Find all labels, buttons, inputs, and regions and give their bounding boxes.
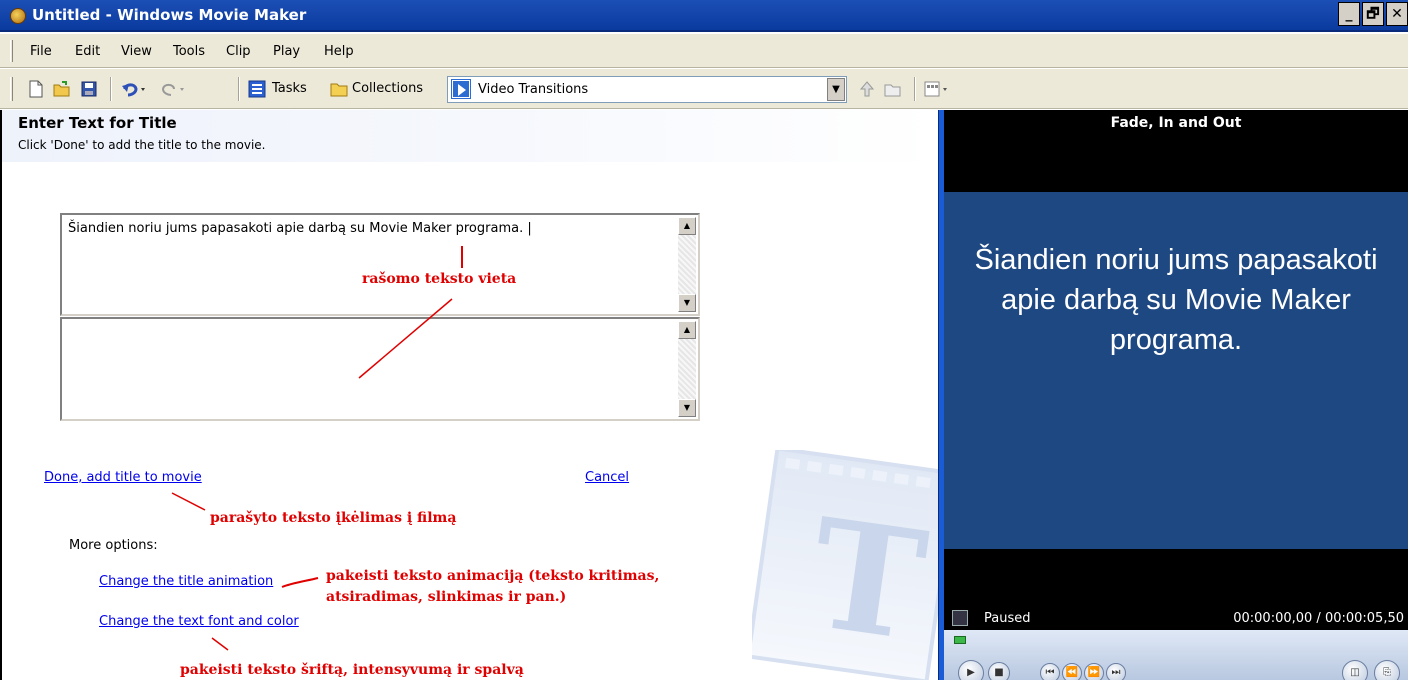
page-subtitle: Click 'Done' to add the title to the mov… (18, 138, 266, 152)
scroll-down-icon[interactable]: ▼ (678, 399, 696, 417)
play-icon[interactable]: ▶ (958, 660, 984, 680)
maximize-button[interactable]: 🗗 (1362, 2, 1384, 26)
title-text-scrollbar[interactable]: ▲ ▼ (678, 217, 696, 312)
annotation-text-area: rašomo teksto vieta (362, 271, 517, 287)
new-project-icon[interactable] (27, 80, 45, 98)
toolbar-separator (110, 77, 112, 101)
done-add-title-link[interactable]: Done, add title to movie (44, 470, 202, 485)
up-level-icon[interactable] (858, 80, 876, 98)
window-controls: _ 🗗 ✕ (1336, 2, 1408, 30)
menu-bar: File Edit View Tools Clip Play Help (0, 34, 1408, 68)
subtitle-text-scrollbar[interactable]: ▲ ▼ (678, 321, 696, 417)
title-watermark-icon: T (752, 450, 952, 680)
title-text-value: Šiandien noriu jums papasakoti apie darb… (68, 221, 532, 236)
menu-tools[interactable]: Tools (173, 44, 205, 59)
split-clip-icon[interactable]: ◫ (1342, 660, 1368, 680)
tasks-icon[interactable] (248, 80, 266, 98)
task-pane: Enter Text for Title Click 'Done' to add… (0, 110, 952, 680)
fullscreen-icon[interactable] (952, 610, 968, 626)
annotation-animation-line2: atsiradimas, slinkimas ir pan.) (326, 589, 567, 605)
rewind-icon[interactable]: ⏪ (1062, 663, 1082, 680)
window-title: Untitled - Windows Movie Maker (32, 6, 307, 24)
page-title: Enter Text for Title (18, 114, 177, 132)
minimize-button[interactable]: _ (1338, 2, 1360, 26)
playback-controls: ▶ ■ ⏮ ⏪ ⏩ ⏭ ◫ ⎘ (944, 630, 1408, 680)
next-frame-icon[interactable]: ⏭ (1106, 663, 1126, 680)
new-collection-folder-icon[interactable] (884, 80, 902, 98)
undo-icon[interactable] (121, 80, 147, 98)
annotation-add-to-movie: parašyto teksto įkėlimas į filmą (210, 510, 457, 526)
task-pane-header: Enter Text for Title Click 'Done' to add… (2, 110, 940, 162)
toolbar-grip[interactable] (10, 77, 13, 101)
toolbar-separator (914, 77, 916, 101)
close-button[interactable]: ✕ (1386, 2, 1408, 26)
title-bar: Untitled - Windows Movie Maker _ 🗗 ✕ (0, 0, 1408, 32)
playback-status: Paused (984, 611, 1031, 626)
menu-view[interactable]: View (121, 44, 152, 59)
collections-dropdown[interactable]: Video Transitions ▼ (447, 76, 847, 103)
preview-title: Fade, In and Out (1110, 115, 1242, 131)
tasks-button[interactable]: Tasks (272, 81, 307, 96)
video-transitions-icon (451, 79, 471, 99)
take-picture-icon[interactable]: ⎘ (1374, 660, 1400, 680)
views-icon[interactable] (924, 80, 952, 98)
save-project-icon[interactable] (80, 80, 98, 98)
scroll-down-icon[interactable]: ▼ (678, 294, 696, 312)
fast-forward-icon[interactable]: ⏩ (1084, 663, 1104, 680)
seek-slider[interactable] (954, 636, 966, 644)
annotation-font-color: pakeisti teksto šriftą, intensyvumą ir s… (180, 662, 524, 678)
chevron-down-icon[interactable]: ▼ (827, 78, 845, 101)
scroll-up-icon[interactable]: ▲ (678, 321, 696, 339)
menu-clip[interactable]: Clip (226, 44, 251, 59)
cancel-link[interactable]: Cancel (585, 470, 629, 485)
open-project-icon[interactable] (53, 80, 71, 98)
collections-dropdown-value: Video Transitions (478, 82, 589, 97)
title-text-input[interactable]: Šiandien noriu jums papasakoti apie darb… (60, 213, 700, 316)
preview-title-text: Šiandien noriu jums papasakoti apie darb… (974, 244, 1378, 356)
menu-file[interactable]: File (30, 44, 52, 59)
preview-monitor: Fade, In and Out Šiandien noriu jums pap… (944, 110, 1408, 680)
menu-play[interactable]: Play (273, 44, 300, 59)
menu-edit[interactable]: Edit (75, 44, 100, 59)
previous-frame-icon[interactable]: ⏮ (1040, 663, 1060, 680)
scroll-up-icon[interactable]: ▲ (678, 217, 696, 235)
playback-time: 00:00:00,00 / 00:00:05,50 (1233, 611, 1404, 626)
playback-status-bar: Paused 00:00:00,00 / 00:00:05,50 (944, 608, 1408, 630)
more-options-label: More options: (69, 538, 158, 553)
subtitle-text-input[interactable]: ▲ ▼ (60, 317, 700, 421)
collections-folder-icon[interactable] (330, 80, 348, 98)
change-title-animation-link[interactable]: Change the title animation (99, 574, 273, 589)
menu-help[interactable]: Help (324, 44, 354, 59)
collections-button[interactable]: Collections (352, 81, 423, 96)
stop-icon[interactable]: ■ (988, 662, 1010, 680)
annotation-animation-line1: pakeisti teksto animaciją (teksto kritim… (326, 568, 660, 584)
preview-screen: Šiandien noriu jums papasakoti apie darb… (944, 192, 1408, 549)
redo-icon[interactable] (160, 80, 186, 98)
change-font-color-link[interactable]: Change the text font and color (99, 614, 299, 629)
movie-maker-app-icon (10, 8, 26, 24)
toolbar-separator (238, 77, 240, 101)
menu-grip[interactable] (10, 40, 13, 62)
toolbar: Tasks Collections Video Transitions ▼ (0, 69, 1408, 109)
